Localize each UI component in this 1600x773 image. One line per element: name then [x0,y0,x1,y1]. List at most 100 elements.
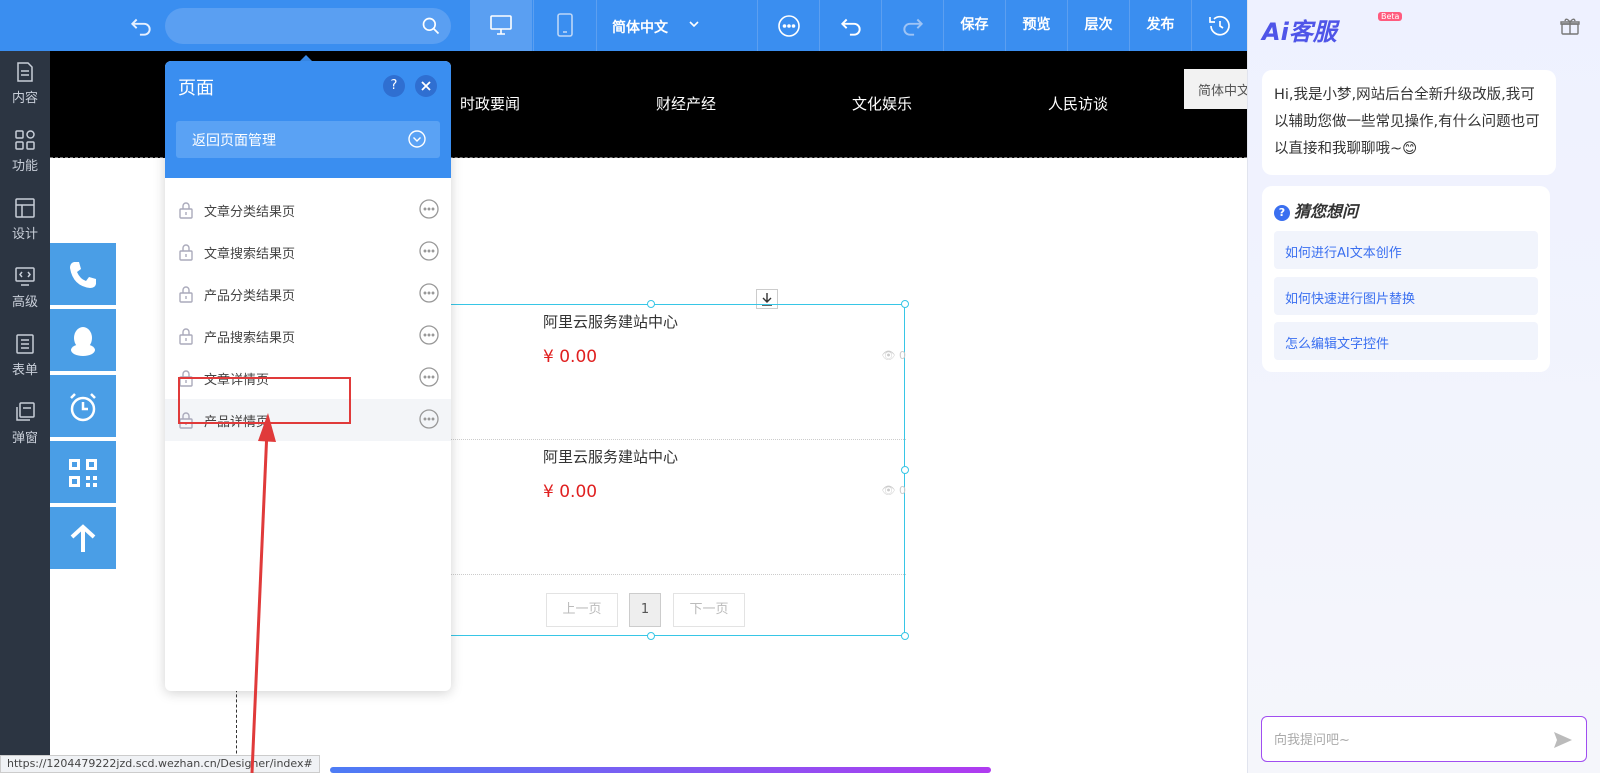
page-item-label: 文章分类结果页 [204,205,296,220]
arrow-up-icon [70,524,96,552]
panel-title: 页面 [178,78,214,99]
product-price: ¥ 0.00 [543,482,598,502]
nav-link[interactable]: 时政要闻 [460,93,520,114]
undo-icon [840,18,861,36]
product-list-widget[interactable]: 阿里云服务建站中心 ¥ 0.00 👁 0 阿里云服务建站中心 ¥ 0.00 👁 … [450,300,909,640]
history-button[interactable] [1191,0,1247,51]
question-icon: ? [1274,205,1290,221]
page-item[interactable]: 产品搜索结果页 [165,315,451,357]
rail-item-features[interactable]: 功能 [0,119,50,187]
beta-badge: Beta [1378,12,1403,21]
more-options-icon[interactable] [419,325,439,345]
form-icon [16,334,34,354]
more-options-icon[interactable] [419,199,439,219]
prev-page-button[interactable]: 上一页 [546,593,618,627]
preview-button[interactable]: 预览 [1005,0,1067,51]
resize-handle[interactable] [901,300,909,308]
nav-link[interactable]: 文化娱乐 [852,93,912,114]
nav-link[interactable]: 财经产经 [656,93,716,114]
publish-button[interactable]: 发布 [1129,0,1191,51]
save-button[interactable]: 保存 [943,0,1005,51]
nav-link[interactable]: 人民访谈 [1048,93,1108,114]
page-item[interactable]: 产品分类结果页 [165,273,451,315]
qq-button[interactable] [50,309,116,373]
redo-button[interactable] [881,0,943,51]
panel-subheader: 返回页面管理 [165,111,451,178]
mobile-icon [557,13,573,37]
search-icon[interactable] [421,16,441,36]
panel-header: 页面 ? [165,61,451,111]
send-icon[interactable] [1552,730,1574,750]
alarm-button[interactable] [50,375,116,439]
rail-label: 功能 [11,159,38,174]
layers-button[interactable]: 层次 [1067,0,1129,51]
more-icon [778,15,800,37]
current-page-button[interactable]: 1 [629,593,661,627]
back-to-top-button[interactable] [50,507,116,571]
phone-button[interactable] [50,243,116,307]
more-options-icon[interactable] [419,241,439,261]
page-item[interactable]: 文章分类结果页 [165,189,451,231]
loading-progress-bar [330,767,991,773]
next-page-button[interactable]: 下一页 [673,593,745,627]
more-button[interactable] [757,0,819,51]
eye-icon: 👁 [881,484,899,497]
rail-item-advanced[interactable]: 高级 [0,255,50,323]
search-input[interactable] [165,8,451,44]
product-title[interactable]: 阿里云服务建站中心 [543,311,678,332]
more-options-icon[interactable] [419,409,439,429]
undo-button[interactable] [819,0,881,51]
qrcode-button[interactable] [50,441,116,505]
resize-handle[interactable] [647,300,655,308]
product-item[interactable]: 阿里云服务建站中心 ¥ 0.00 👁 0 [451,440,906,575]
ai-chat-input[interactable] [1274,729,1534,751]
view-count-value: 0 [899,484,906,497]
page-item-label: 产品分类结果页 [204,289,296,304]
resize-handle[interactable] [901,632,909,640]
desktop-view-button[interactable] [470,0,532,51]
rail-item-popups[interactable]: 弹窗 [0,391,50,459]
rail-label: 设计 [11,227,38,242]
back-to-page-management-button[interactable]: 返回页面管理 [176,121,440,158]
help-icon[interactable]: ? [383,75,405,97]
language-select[interactable]: 简体中文 [596,0,714,51]
popup-icon [16,402,35,421]
close-icon[interactable] [415,75,437,97]
chevron-down-icon [689,21,699,28]
view-count: 👁 0 [882,484,906,497]
more-options-icon[interactable] [419,283,439,303]
site-language-button[interactable]: 简体中文 [1184,69,1247,109]
product-item[interactable]: 阿里云服务建站中心 ¥ 0.00 👁 0 [451,305,906,440]
history-icon [1209,15,1230,36]
page-item[interactable]: 文章搜索结果页 [165,231,451,273]
rail-item-design[interactable]: 设计 [0,187,50,255]
rail-item-forms[interactable]: 表单 [0,323,50,391]
back-button-label: 返回页面管理 [192,133,276,149]
resize-handle[interactable] [901,466,909,474]
ai-chat-input-box [1261,716,1587,762]
layout-icon [15,198,35,218]
ai-greeting-message: Hi,我是小梦,网站后台全新升级改版,我可以辅助您做一些常见操作,有什么问题也可… [1262,70,1556,175]
suggested-question[interactable]: 如何进行AI文本创作 [1274,231,1538,269]
rail-label: 表单 [11,363,38,378]
annotation-highlight-box [178,377,351,424]
lock-icon [179,328,193,345]
lock-icon [179,286,193,303]
qrcode-icon [69,459,97,487]
left-rail: 内容 功能 设计 高级 表单 弹窗 [0,51,50,773]
back-icon[interactable] [128,13,154,39]
lock-icon [179,244,193,261]
resize-handle[interactable] [647,632,655,640]
rail-item-content[interactable]: 内容 [0,51,50,119]
top-toolbar: 简体中文 保存 预览 层次 发布 [0,0,1247,51]
suggested-question[interactable]: 怎么编辑文字控件 [1274,322,1538,360]
desktop-icon [490,15,512,35]
product-title[interactable]: 阿里云服务建站中心 [543,446,678,467]
mobile-view-button[interactable] [533,0,595,51]
view-count: 👁 0 [882,349,906,362]
lock-icon [179,202,193,219]
more-options-icon[interactable] [419,367,439,387]
page-item-label: 产品搜索结果页 [204,331,296,346]
gift-icon[interactable] [1560,16,1580,36]
suggested-question[interactable]: 如何快速进行图片替换 [1274,277,1538,315]
